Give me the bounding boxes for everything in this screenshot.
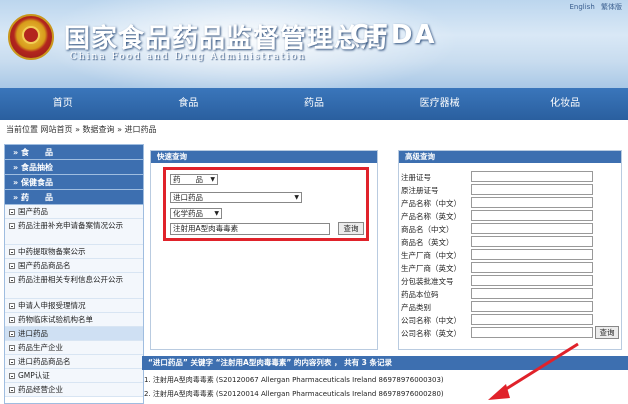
advanced-search-button[interactable]: 查询 [595, 326, 619, 339]
sidebar-header-health-food[interactable]: » 保健食品 [5, 175, 143, 190]
adv-input[interactable] [471, 236, 593, 247]
sidebar-item[interactable]: 申请人申报受理情况 [5, 299, 143, 313]
collapse-box-icon [9, 223, 15, 229]
collapse-box-icon [9, 277, 15, 283]
collapse-box-icon [9, 373, 15, 379]
adv-input[interactable] [471, 171, 593, 182]
adv-input[interactable] [471, 301, 593, 312]
sidebar-item[interactable]: 药品注册补充申请备案情况公示 [5, 219, 143, 245]
highlight-box: 药 品 ▼ 进口药品 ▼ 化学药品 ▼ 注射用A型肉毒毒素 查询 [163, 167, 369, 241]
site-title-en: China Food and Drug Administration [70, 52, 307, 62]
nav-item-devices[interactable]: 医疗器械 [377, 88, 503, 120]
collapse-box-icon [9, 359, 15, 365]
dropdown-arrow-icon: ▼ [294, 194, 299, 201]
nav-item-cosmetics[interactable]: 化妆品 [502, 88, 628, 120]
collapse-box-icon [9, 387, 15, 393]
sidebar-item[interactable]: 中药提取物备案公示 [5, 245, 143, 259]
top-links: English 繁体版 [565, 2, 622, 12]
nav-item-drugs[interactable]: 药品 [251, 88, 377, 120]
annotation-arrow-icon [488, 342, 579, 400]
nav-item-food[interactable]: 食品 [126, 88, 252, 120]
sidebar-header-food[interactable]: » 食 品 [5, 145, 143, 160]
adv-input[interactable] [471, 249, 593, 260]
sidebar: » 食 品 » 食品抽检 » 保健食品 » 药 品 国产药品 药品注册补充申请备… [4, 144, 144, 404]
collapse-box-icon [9, 317, 15, 323]
sidebar-item[interactable]: 药品生产企业 [5, 341, 143, 355]
sidebar-item[interactable]: 进口药品商品名 [5, 355, 143, 369]
sidebar-header-food-sampling[interactable]: » 食品抽检 [5, 160, 143, 175]
collapse-box-icon [9, 303, 15, 309]
cfda-logo: CFDA [350, 20, 437, 50]
category-select[interactable]: 药 品 ▼ [170, 174, 218, 185]
adv-input[interactable] [471, 262, 593, 273]
advanced-search-panel: 高级查询 注册证号 原注册证号 产品名称（中文） 产品名称（英文） 商品名（中文… [398, 150, 622, 350]
sidebar-item[interactable]: 药品注册相关专利信息公开公示 [5, 273, 143, 299]
site-title-cn: 国家食品药品监督管理总局 [64, 24, 389, 54]
quick-search-panel: 快速查询 药 品 ▼ 进口药品 ▼ 化学药品 ▼ 注射用A型肉毒毒素 查询 [150, 150, 378, 350]
nav-item-home[interactable]: 首页 [0, 88, 126, 120]
adv-input[interactable] [471, 184, 593, 195]
sidebar-item[interactable]: 药物临床试验机构名单 [5, 313, 143, 327]
quick-search-button[interactable]: 查询 [338, 222, 364, 235]
query-input[interactable]: 注射用A型肉毒毒素 [170, 223, 330, 235]
header-banner: English 繁体版 国家食品药品监督管理总局 China Food and … [0, 0, 628, 88]
dropdown-arrow-icon: ▼ [210, 176, 215, 183]
collapse-box-icon [9, 331, 15, 337]
adv-input[interactable] [471, 314, 593, 325]
adv-input[interactable] [471, 197, 593, 208]
collapse-box-icon [9, 263, 15, 269]
adv-input[interactable] [471, 288, 593, 299]
collapse-box-icon [9, 209, 15, 215]
field-select[interactable]: 化学药品 ▼ [170, 208, 222, 219]
sidebar-item[interactable]: 国产药品商品名 [5, 259, 143, 273]
main-nav: 首页 食品 药品 医疗器械 化妆品 [0, 88, 628, 120]
subcategory-select[interactable]: 进口药品 ▼ [170, 192, 302, 203]
collapse-box-icon [9, 345, 15, 351]
adv-input[interactable] [471, 275, 593, 286]
english-link[interactable]: English [569, 3, 594, 11]
collapse-box-icon [9, 249, 15, 255]
breadcrumb: 当前位置 网站首页 » 数据查询 » 进口药品 [6, 125, 157, 134]
national-emblem-icon [8, 14, 54, 60]
quick-search-title: 快速查询 [151, 151, 377, 163]
sidebar-item[interactable]: GMP认证 [5, 369, 143, 383]
sidebar-item[interactable]: 国产药品 [5, 205, 143, 219]
sidebar-header-drugs[interactable]: » 药 品 [5, 190, 143, 205]
sidebar-item[interactable]: 药品经营企业 [5, 383, 143, 397]
adv-input[interactable] [471, 327, 593, 338]
traditional-chinese-link[interactable]: 繁体版 [601, 3, 622, 11]
sidebar-item-active[interactable]: 进口药品 [5, 327, 143, 341]
adv-input[interactable] [471, 210, 593, 221]
dropdown-arrow-icon: ▼ [214, 210, 219, 217]
adv-input[interactable] [471, 223, 593, 234]
advanced-search-title: 高级查询 [399, 151, 621, 163]
